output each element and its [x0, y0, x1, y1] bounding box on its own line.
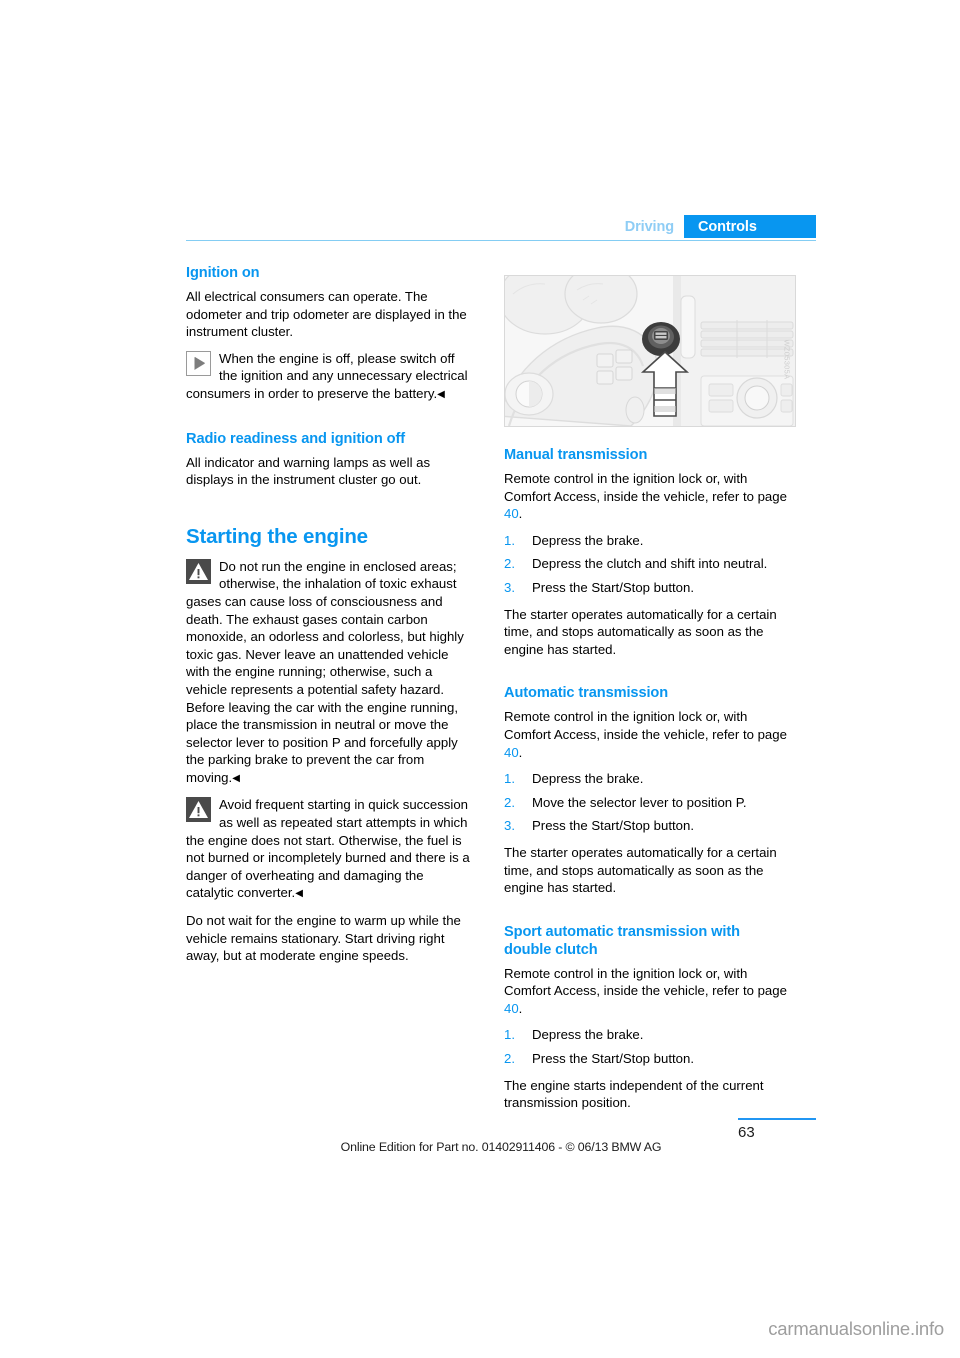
step-text: Press the Start/Stop button.	[532, 579, 695, 595]
paragraph-automatic-intro: Remote control in the ignition lock or, …	[504, 708, 796, 761]
paragraph-warm-up: Do not wait for the engine to warm up wh…	[186, 913, 461, 964]
list-item: 2. Depress the clutch and shift into neu…	[504, 555, 796, 573]
step-number: 2.	[504, 794, 515, 810]
step-number: 2.	[504, 556, 515, 572]
right-column: Manual transmission Remote control in th…	[504, 446, 796, 1121]
paragraph-manual-closing: The starter operates automatically for a…	[504, 606, 777, 657]
left-column: Ignition on All electrical consumers can…	[186, 264, 474, 974]
heading-line-1: Sport automatic transmission with	[504, 923, 740, 940]
list-item: 2. Move the selector lever to position P…	[504, 794, 796, 812]
paragraph-ignition-on: All electrical consumers can operate. Th…	[186, 289, 467, 340]
warning-endmark: ◀	[295, 888, 303, 900]
site-watermark: carmanualsonline.info	[768, 1318, 944, 1339]
step-number: 1.	[504, 1027, 515, 1043]
note-block-ignition-off: When the engine is off, please switch of…	[186, 350, 474, 404]
list-item: 2. Press the Start/Stop button.	[504, 1050, 796, 1068]
tab-driving[interactable]: Driving	[615, 215, 684, 238]
list-item: 1. Depress the brake.	[504, 532, 796, 550]
steps-manual-transmission: 1. Depress the brake. 2. Depress the clu…	[504, 532, 796, 597]
paragraph-sport-closing: The engine starts independent of the cur…	[504, 1077, 764, 1111]
manual-intro-prefix: Remote control in the ignition lock or, …	[504, 471, 787, 504]
warning-text-exhaust: Do not run the engine in enclosed areas;…	[186, 558, 464, 785]
note-triangle-icon	[186, 350, 211, 376]
heading-radio-readiness: Radio readiness and ignition off	[186, 430, 405, 447]
paragraph-automatic-closing: The starter operates automatically for a…	[504, 844, 777, 896]
list-item: 3. Press the Start/Stop button.	[504, 817, 796, 835]
step-number: 1.	[504, 771, 515, 787]
figure-code-label: WZ05305A	[783, 340, 792, 380]
page-number-rule	[738, 1118, 816, 1120]
page-reference-link[interactable]: 40	[504, 1001, 519, 1016]
paragraph-manual-intro: Remote control in the ignition lock or, …	[504, 470, 796, 523]
page-reference-link[interactable]: 40	[504, 506, 519, 521]
heading-manual-transmission: Manual transmission	[504, 447, 648, 463]
edition-notice: Online Edition for Part no. 01402911406 …	[340, 1140, 662, 1154]
heading-line-2: double clutch	[504, 941, 598, 958]
steps-sport-automatic-transmission: 1. Depress the brake. 2. Press the Start…	[504, 1026, 796, 1067]
heading-sport-automatic-transmission: Sport automatic transmission with double …	[504, 923, 796, 959]
heading-automatic-transmission: Automatic transmission	[504, 685, 669, 702]
step-text: Depress the clutch and shift into neutra…	[532, 556, 768, 572]
paragraph-sport-intro: Remote control in the ignition lock or, …	[504, 965, 796, 1018]
step-text: Depress the brake.	[532, 532, 644, 548]
warning-triangle-icon	[186, 797, 211, 823]
step-text: Press the Start/Stop button.	[532, 1051, 695, 1067]
note-text-ignition-off: When the engine is off, please switch of…	[186, 350, 468, 401]
page-header: Driving Controls	[186, 215, 816, 243]
heading-ignition-on: Ignition on	[186, 265, 260, 281]
warning-block-exhaust: Do not run the engine in enclosed areas;…	[186, 558, 474, 788]
list-item: 1. Depress the brake.	[504, 1026, 796, 1044]
step-text: Depress the brake.	[532, 1027, 644, 1043]
note-endmark: ◀	[437, 388, 445, 400]
page-reference-link[interactable]: 40	[504, 745, 519, 760]
warning-block-repeated-start: Avoid frequent starting in quick success…	[186, 796, 474, 903]
sport-intro-suffix: .	[518, 1000, 523, 1016]
step-text: Press the Start/Stop button.	[532, 818, 695, 834]
automatic-intro-suffix: .	[518, 744, 523, 760]
warning-text-repeated-start: Avoid frequent starting in quick success…	[186, 797, 470, 901]
page-number: 63	[738, 1124, 755, 1141]
manual-intro-suffix: .	[518, 506, 523, 522]
list-item: 3. Press the Start/Stop button.	[504, 579, 796, 597]
step-text: Depress the brake.	[532, 771, 644, 787]
header-tabs: Driving Controls	[186, 215, 816, 238]
warning-endmark: ◀	[232, 772, 240, 784]
warning-triangle-icon	[186, 558, 211, 584]
list-item: 1. Depress the brake.	[504, 770, 796, 788]
header-divider	[186, 240, 816, 241]
steps-automatic-transmission: 1. Depress the brake. 2. Move the select…	[504, 770, 796, 835]
step-number: 3.	[504, 818, 515, 834]
automatic-intro-prefix: Remote control in the ignition lock or, …	[504, 709, 787, 742]
step-number: 3.	[504, 579, 515, 595]
step-text: Move the selector lever to position P.	[532, 794, 747, 810]
tab-controls[interactable]: Controls	[684, 215, 816, 238]
paragraph-radio-readiness: All indicator and warning lamps as well …	[186, 454, 431, 488]
step-number: 2.	[504, 1051, 515, 1067]
heading-starting-the-engine: Starting the engine	[186, 524, 368, 548]
ignition-lock-dashboard-illustration: WZ05305A	[504, 275, 796, 427]
manual-page: Driving Controls Ignition on All electri…	[0, 0, 960, 1358]
step-number: 1.	[504, 532, 515, 548]
sport-intro-prefix: Remote control in the ignition lock or, …	[504, 965, 787, 999]
